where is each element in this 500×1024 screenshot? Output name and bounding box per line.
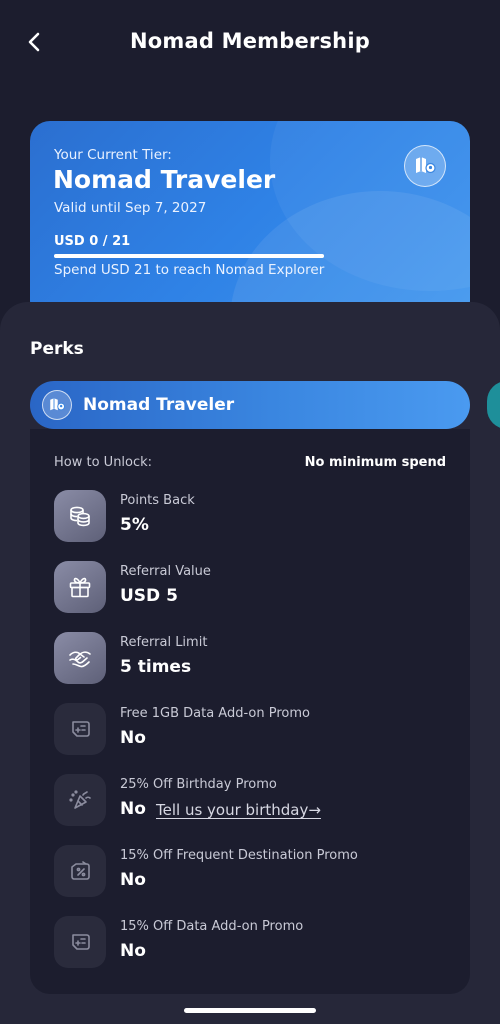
perk-points-back: Points Back 5% — [54, 490, 454, 546]
perk-value: No — [120, 728, 146, 748]
perk-label: Referral Limit — [120, 635, 208, 650]
perk-value: No — [120, 941, 146, 961]
perk-label: 15% Off Data Add-on Promo — [120, 919, 304, 934]
perk-value: USD 5 — [120, 586, 178, 606]
perk-data-addon-promo: 15% Off Data Add-on Promo No — [54, 916, 454, 972]
tier-progress-bar — [54, 254, 324, 258]
perk-free-data-promo: Free 1GB Data Add-on Promo No — [54, 703, 454, 759]
page-title: Nomad Membership — [130, 29, 370, 53]
perk-referral-limit: Referral Limit 5 times — [54, 632, 454, 688]
perk-frequent-destination-promo: 15% Off Frequent Destination Promo No — [54, 845, 454, 901]
perk-value: No — [120, 799, 146, 819]
tab-label: Nomad Traveler — [83, 395, 235, 415]
perk-value: No — [120, 870, 146, 890]
perks-sheet: Perks Nomad Traveler How to Unlock: No m… — [0, 302, 500, 1024]
coins-icon — [54, 490, 106, 542]
current-tier-label: Your Current Tier: — [54, 147, 172, 163]
sim-card-icon — [54, 703, 106, 755]
perk-label: Referral Value — [120, 564, 211, 579]
perk-label: 15% Off Frequent Destination Promo — [120, 848, 358, 863]
handshake-icon — [54, 632, 106, 684]
perk-referral-value: Referral Value USD 5 — [54, 561, 454, 617]
perk-value: 5 times — [120, 657, 192, 677]
perk-label: Points Back — [120, 493, 195, 508]
next-tier-hint: Spend USD 21 to reach Nomad Explorer — [54, 262, 325, 278]
map-pin-icon — [416, 157, 436, 174]
perks-title: Perks — [30, 339, 84, 359]
birthday-link[interactable]: Tell us your birthday→ — [156, 801, 321, 819]
percent-tag-icon — [54, 845, 106, 897]
tier-valid-until: Valid until Sep 7, 2027 — [54, 200, 207, 216]
tier-name: Nomad Traveler — [53, 165, 276, 194]
perk-label: 25% Off Birthday Promo — [120, 777, 277, 792]
sim-card-icon — [54, 916, 106, 968]
home-indicator — [184, 1008, 316, 1013]
tab-nomad-traveler[interactable]: Nomad Traveler — [30, 381, 470, 429]
map-pin-icon — [42, 390, 72, 420]
membership-screen: Nomad Membership Your Current Tier: Noma… — [0, 0, 500, 1024]
tier-progress-text: USD 0 / 21 — [54, 234, 131, 249]
how-to-unlock-label: How to Unlock: — [54, 455, 153, 470]
perk-label: Free 1GB Data Add-on Promo — [120, 706, 310, 721]
perk-birthday-promo: 25% Off Birthday Promo No Tell us your b… — [54, 774, 454, 830]
perk-value: 5% — [120, 515, 149, 535]
gift-icon — [54, 561, 106, 613]
current-tier-card: Your Current Tier: Nomad Traveler Valid … — [30, 121, 470, 321]
header: Nomad Membership — [0, 0, 500, 90]
tier-badge — [404, 145, 446, 187]
perks-panel: How to Unlock: No minimum spend Points B — [30, 429, 470, 994]
how-to-unlock-value: No minimum spend — [304, 455, 446, 470]
tab-next-tier[interactable] — [487, 381, 500, 429]
party-popper-icon — [54, 774, 106, 826]
